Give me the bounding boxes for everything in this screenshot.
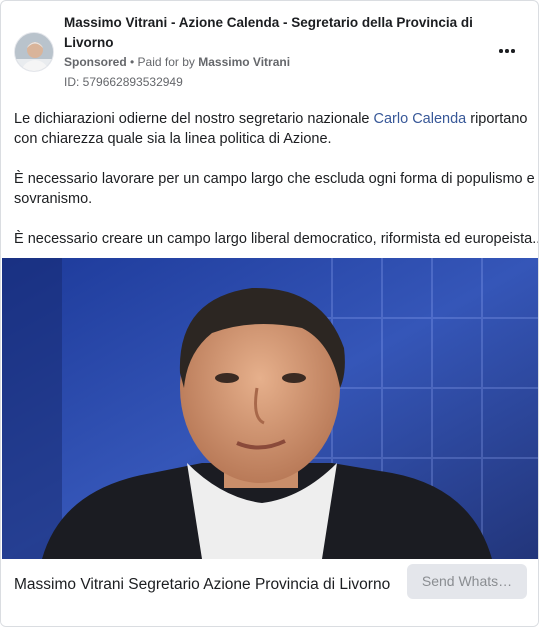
ad-footer: Massimo Vitrani Segretario Azione Provin… — [1, 559, 538, 626]
page-name-line2[interactable]: Livorno — [64, 35, 114, 50]
mention-link[interactable]: Carlo Calenda — [374, 111, 467, 127]
ad-id: ID: 579662893532949 — [64, 75, 183, 89]
body-text-segment: Le dichiarazioni odierne del nostro segr… — [14, 111, 374, 127]
avatar-image — [15, 33, 53, 71]
ad-image[interactable] — [2, 258, 538, 559]
portrait-photo — [2, 258, 538, 559]
page-name-line1[interactable]: Massimo Vitrani - Azione Calenda - Segre… — [64, 15, 473, 30]
more-horizontal-icon — [511, 49, 515, 53]
send-whatsapp-button[interactable]: Send Whats… — [407, 564, 527, 599]
more-options-button[interactable] — [489, 39, 525, 63]
more-horizontal-icon — [505, 49, 509, 53]
sponsored-label: Sponsored — [64, 55, 127, 69]
body-text-segment: con chiarezza quale sia la linea politic… — [14, 131, 332, 147]
page-avatar[interactable] — [14, 32, 54, 72]
body-text-segment: riportano — [466, 111, 528, 127]
sponsored-line: Sponsored • Paid for by Massimo Vitrani — [64, 53, 484, 71]
post-body: Le dichiarazioni odierne del nostro segr… — [14, 109, 539, 269]
post-meta: Massimo Vitrani - Azione Calenda - Segre… — [64, 13, 484, 91]
paid-for-name: Massimo Vitrani — [198, 55, 291, 69]
paid-for-prefix: • Paid for by — [126, 55, 199, 69]
page-name[interactable]: Massimo Vitrani - Azione Calenda - Segre… — [64, 13, 484, 53]
body-paragraph-1: Le dichiarazioni odierne del nostro segr… — [14, 109, 529, 149]
body-paragraph-3: È necessario creare un campo largo liber… — [14, 231, 539, 247]
more-horizontal-icon — [499, 49, 503, 53]
body-text-segment: È necessario lavorare per un campo largo… — [14, 171, 535, 187]
ad-card: Massimo Vitrani - Azione Calenda - Segre… — [0, 0, 539, 627]
body-text-segment: sovranismo. — [14, 191, 93, 207]
body-paragraph-2: È necessario lavorare per un campo largo… — [14, 169, 535, 209]
ad-headline[interactable]: Massimo Vitrani Segretario Azione Provin… — [14, 575, 390, 595]
